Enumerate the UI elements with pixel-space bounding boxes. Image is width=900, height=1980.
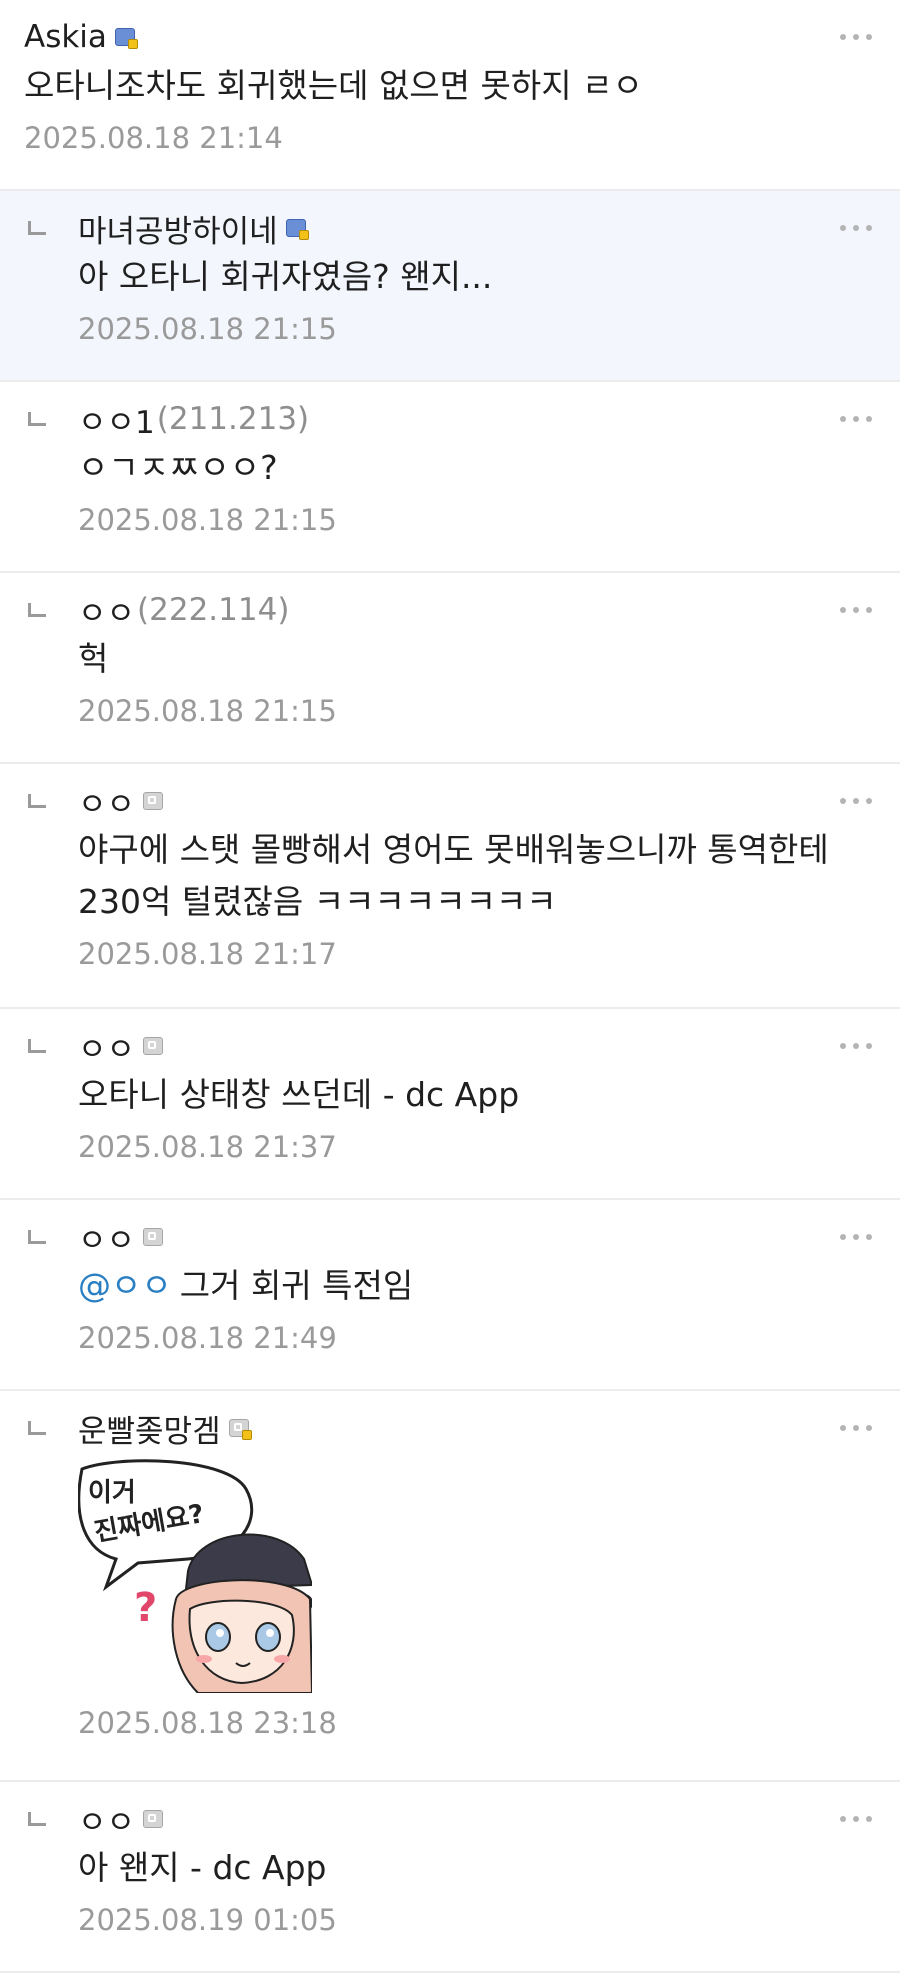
reply-item: ㅇㅇ @ㅇㅇ 그거 회귀 특전임 2025.08.18 21:49 — [0, 1200, 900, 1391]
reply-item: 마녀공방하이네 아 오타니 회귀자였음? 왠지... 2025.08.18 21… — [0, 191, 900, 382]
semi-fixed-nick-badge-icon — [143, 792, 164, 810]
semi-fixed-nick-badge-icon — [143, 1810, 164, 1828]
reply-arrow-icon — [28, 1230, 46, 1244]
reply-item: ㅇㅇ 아 왠지 - dc App 2025.08.19 01:05 — [0, 1782, 900, 1973]
author-ip: (222.114) — [137, 592, 290, 628]
comment-text: 헉 — [78, 639, 109, 678]
reply-arrow-icon — [28, 794, 46, 808]
comment-author: ㅇㅇ — [78, 1796, 900, 1842]
reply-arrow-icon — [28, 412, 46, 426]
comment-timestamp: 2025.08.18 21:15 — [78, 503, 337, 537]
comment-item: Askia 오타니조차도 회귀했는데 없으면 못하지 ㄹㅇ 2025.08.18… — [0, 0, 900, 191]
mention-link[interactable]: @ㅇㅇ — [78, 1266, 172, 1305]
comment-text: 아 왠지 - dc App — [78, 1848, 327, 1887]
comment-author: ㅇㅇ — [78, 1214, 900, 1260]
comment-author: ㅇㅇ — [78, 778, 900, 824]
comment-author: ㅇㅇ — [78, 1023, 900, 1069]
comment-text: @ㅇㅇ 그거 회귀 특전임 — [78, 1260, 900, 1312]
comment-timestamp: 2025.08.18 21:17 — [78, 937, 337, 971]
reply-arrow-icon — [28, 221, 46, 235]
reply-item: ㅇㅇ 야구에 스탯 몰빵해서 영어도 못배워놓으니까 통역한테 230억 털렸잖… — [0, 764, 900, 1009]
reply-arrow-icon — [28, 603, 46, 617]
comment-timestamp: 2025.08.18 21:15 — [78, 312, 337, 346]
author-nickname[interactable]: ㅇㅇ — [78, 1215, 135, 1260]
reply-arrow-icon — [28, 1421, 46, 1435]
comment-text-body: 그거 회귀 특전임 — [179, 1266, 414, 1305]
reply-item: ㅇㅇ 오타니 상태창 쓰던데 - dc App 2025.08.18 21:37 — [0, 1009, 900, 1200]
author-nickname[interactable]: ㅇㅇ — [78, 588, 135, 633]
comment-timestamp: 2025.08.18 21:37 — [78, 1130, 337, 1164]
dccon-sticker[interactable]: 이거 진짜에요? ? — [78, 1459, 312, 1693]
fixed-nick-badge-icon — [114, 28, 138, 49]
comment-text: 아 오타니 회귀자였음? 왠지... — [78, 257, 493, 296]
author-nickname[interactable]: Askia — [24, 19, 107, 55]
reply-item: ㅇㅇ (222.114) 헉 2025.08.18 21:15 — [0, 573, 900, 764]
comment-text: 야구에 스탯 몰빵해서 영어도 못배워놓으니까 통역한테 230억 털렸잖음 ㅋ… — [78, 830, 829, 921]
author-nickname[interactable]: ㅇㅇ — [78, 1024, 135, 1069]
author-nickname[interactable]: 마녀공방하이네 — [78, 206, 278, 251]
semi-fixed-nick-badge-icon — [228, 1419, 252, 1440]
comment-author: ㅇㅇ (222.114) — [78, 587, 900, 633]
comment-author: 마녀공방하이네 — [78, 205, 900, 251]
more-options-icon[interactable] — [840, 1425, 872, 1431]
semi-fixed-nick-badge-icon — [143, 1228, 164, 1246]
more-options-icon[interactable] — [840, 34, 872, 40]
comment-timestamp: 2025.08.18 21:15 — [78, 694, 337, 728]
more-options-icon[interactable] — [840, 225, 872, 231]
comment-author: 운빨좆망겜 — [78, 1405, 900, 1451]
sticker-question-mark: ? — [134, 1585, 157, 1631]
comment-author: Askia — [24, 14, 900, 60]
author-nickname[interactable]: ㅇㅇ — [78, 1797, 135, 1842]
comment-text: ㅇㄱㅈㅉㅇㅇ? — [78, 448, 278, 487]
more-options-icon[interactable] — [840, 1234, 872, 1240]
semi-fixed-nick-badge-icon — [143, 1037, 164, 1055]
reply-item: ㅇㅇ1 (211.213) ㅇㄱㅈㅉㅇㅇ? 2025.08.18 21:15 — [0, 382, 900, 573]
sticker-text-line1: 이거 — [88, 1478, 136, 1508]
reply-item: 운빨좆망겜 이거 진짜에요? ? 2025.08.18 23:18 — [0, 1391, 900, 1782]
comment-text: 오타니조차도 회귀했는데 없으면 못하지 ㄹㅇ — [24, 66, 643, 105]
author-nickname[interactable]: 운빨좆망겜 — [78, 1406, 221, 1451]
more-options-icon[interactable] — [840, 607, 872, 613]
reply-arrow-icon — [28, 1039, 46, 1053]
sticker-illustration: 이거 진짜에요? ? — [78, 1459, 312, 1693]
comment-timestamp: 2025.08.18 23:18 — [78, 1706, 337, 1740]
more-options-icon[interactable] — [840, 416, 872, 422]
comment-text: 오타니 상태창 쓰던데 - dc App — [78, 1075, 520, 1114]
comment-author: ㅇㅇ1 (211.213) — [78, 396, 900, 442]
reply-arrow-icon — [28, 1812, 46, 1826]
comment-timestamp: 2025.08.19 01:05 — [78, 1903, 337, 1937]
author-ip: (211.213) — [156, 401, 310, 437]
author-nickname[interactable]: ㅇㅇ1 — [78, 397, 155, 442]
more-options-icon[interactable] — [840, 1043, 872, 1049]
author-nickname[interactable]: ㅇㅇ — [78, 779, 135, 824]
fixed-nick-badge-icon — [285, 219, 309, 240]
more-options-icon[interactable] — [840, 798, 872, 804]
more-options-icon[interactable] — [840, 1816, 872, 1822]
comment-timestamp: 2025.08.18 21:49 — [78, 1321, 337, 1355]
comment-timestamp: 2025.08.18 21:14 — [24, 121, 283, 155]
